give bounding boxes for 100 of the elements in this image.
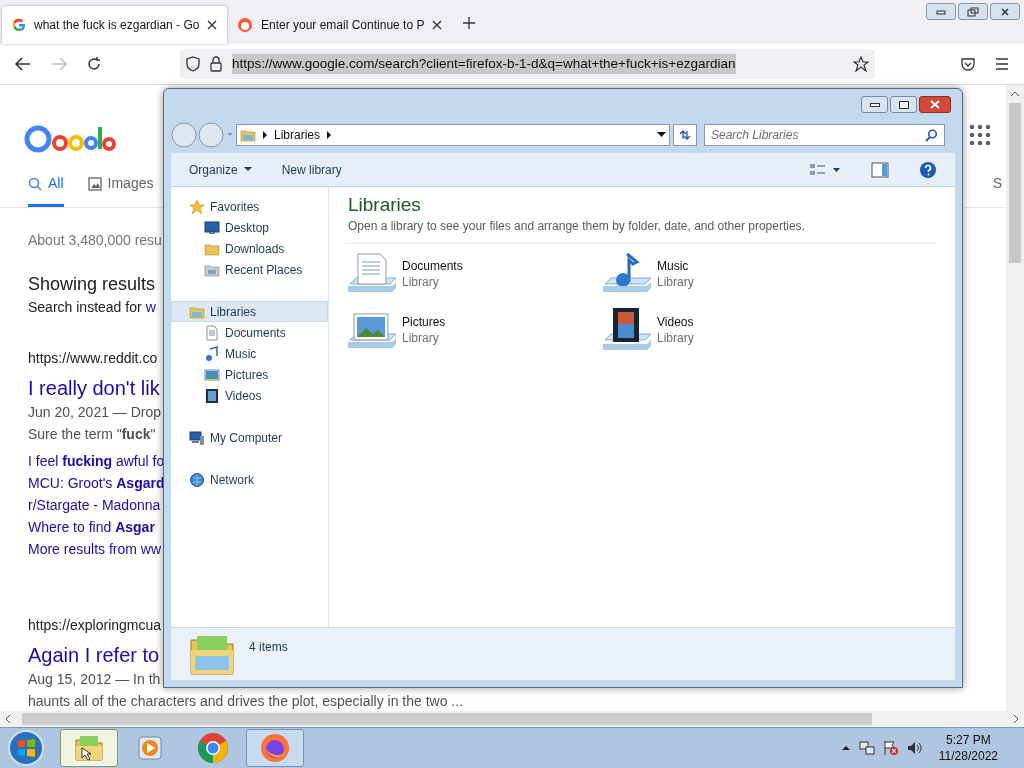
- firefox-icon: [259, 732, 291, 764]
- google-logo[interactable]: [24, 123, 116, 155]
- nav-item[interactable]: Favorites: [171, 196, 328, 217]
- result-snippet: Jun 20, 2021 — Drop: [28, 403, 162, 422]
- nav-item[interactable]: Libraries: [171, 301, 328, 322]
- maximize-icon: [898, 100, 909, 109]
- image-icon: [87, 176, 102, 191]
- menu-icon[interactable]: [994, 57, 1010, 71]
- nav-item[interactable]: Desktop: [171, 217, 328, 238]
- film-icon: [204, 387, 220, 404]
- close-button[interactable]: [919, 96, 951, 113]
- nav-item[interactable]: Videos: [171, 385, 328, 406]
- address-bar[interactable]: https://www.google.com/search?client=firefox-b-1-d&q=what+the+fuck+is+ezgardian: [180, 49, 875, 79]
- search-instead-link[interactable]: w: [145, 298, 156, 316]
- chrome-icon: [197, 732, 229, 764]
- nav-item[interactable]: Network: [171, 469, 328, 490]
- close-button[interactable]: [990, 3, 1020, 20]
- preview-pane-icon[interactable]: [871, 161, 889, 178]
- refresh-icon: [678, 129, 692, 141]
- close-icon[interactable]: [432, 20, 442, 30]
- picture-icon: [204, 366, 220, 383]
- library-item[interactable]: Music Library: [603, 250, 858, 298]
- result-snippet: Sure the term "fuck": [28, 425, 156, 444]
- refresh-button[interactable]: [673, 124, 697, 146]
- nav-item[interactable]: Music: [171, 343, 328, 364]
- pocket-icon[interactable]: [960, 56, 976, 72]
- result-url: https://www.reddit.co: [28, 349, 158, 368]
- search-tab[interactable]: Images: [87, 173, 154, 207]
- chevron-icon[interactable]: [262, 131, 268, 139]
- shield-icon: [186, 56, 200, 72]
- minimize-icon: [936, 8, 946, 15]
- library-item[interactable]: Videos Library: [603, 306, 858, 354]
- close-icon[interactable]: [207, 20, 217, 30]
- scrollbar-thumb[interactable]: [1009, 103, 1021, 263]
- show-hidden-icons[interactable]: [840, 745, 851, 751]
- reload-icon[interactable]: [86, 56, 102, 72]
- nav-item[interactable]: My Computer: [171, 427, 328, 448]
- lock-icon: [210, 56, 222, 72]
- scroll-left-icon[interactable]: [4, 714, 12, 724]
- network-icon[interactable]: [858, 740, 875, 756]
- tab-title: Enter your email Continue to P: [261, 17, 424, 34]
- media-player-icon: [137, 735, 165, 761]
- search-icon[interactable]: [925, 128, 938, 142]
- address-field[interactable]: Libraries: [236, 124, 670, 146]
- library-item[interactable]: Documents Library: [348, 250, 603, 298]
- nav-item[interactable]: Recent Places: [171, 259, 328, 280]
- search-icon: [28, 176, 42, 191]
- close-icon: [930, 100, 940, 109]
- speaker-icon[interactable]: [906, 740, 923, 756]
- google-icon: [12, 18, 26, 32]
- toolbar-button[interactable]: Organize: [189, 160, 252, 179]
- apps-grid-icon[interactable]: [968, 123, 992, 147]
- result-link[interactable]: r/Stargate - Madonna: [28, 494, 161, 516]
- correction-heading: Showing results: [28, 273, 156, 296]
- result-link[interactable]: MCU: Groot's Asgard: [28, 472, 165, 494]
- taskbar-app[interactable]: [60, 729, 118, 767]
- document-icon: [204, 324, 220, 341]
- clock[interactable]: 5:27 PM 11/28/2022: [938, 732, 998, 764]
- view-options-icon[interactable]: [809, 162, 841, 177]
- dropdown-icon[interactable]: [657, 132, 666, 138]
- search-field[interactable]: Search Libraries: [704, 124, 945, 146]
- browser-tab[interactable]: what the fuck is ezgardian - Go: [2, 6, 227, 44]
- scrollbar[interactable]: [1006, 85, 1024, 711]
- search-tab[interactable]: S: [992, 173, 1002, 207]
- search-tab[interactable]: All: [28, 173, 64, 207]
- nav-item[interactable]: Documents: [171, 322, 328, 343]
- flag-icon[interactable]: [882, 740, 899, 756]
- music-note-icon: [204, 345, 220, 362]
- firefox-icon: [237, 17, 253, 33]
- horizontal-scrollbar[interactable]: [0, 711, 1024, 727]
- breadcrumb[interactable]: Libraries: [274, 126, 321, 144]
- toolbar-button[interactable]: New library: [281, 160, 342, 179]
- close-icon: [1000, 6, 1010, 17]
- result-title[interactable]: Again I refer to: [28, 642, 160, 668]
- result-title[interactable]: I really don't lik: [28, 375, 160, 401]
- result-link[interactable]: More results from ww: [28, 538, 162, 560]
- back-icon[interactable]: [14, 56, 32, 72]
- restore-button[interactable]: [958, 3, 988, 20]
- result-url: https://exploringmcua: [28, 616, 162, 635]
- tab-title: what the fuck is ezgardian - Go: [34, 17, 199, 34]
- search-instead-text: Search instead for: [28, 298, 142, 316]
- star-icon[interactable]: [853, 56, 869, 72]
- nav-item[interactable]: Downloads: [171, 238, 328, 259]
- taskbar-app[interactable]: [246, 729, 304, 767]
- folder-icon: [74, 734, 104, 762]
- help-icon[interactable]: [919, 160, 937, 179]
- chevron-icon[interactable]: [326, 131, 333, 139]
- result-link[interactable]: Where to find Asgar: [28, 516, 155, 538]
- library-item[interactable]: Pictures Library: [348, 306, 603, 354]
- minimize-button[interactable]: [861, 96, 888, 113]
- scroll-right-icon[interactable]: [1012, 714, 1020, 724]
- plus-icon[interactable]: [462, 16, 476, 30]
- item-count: 4 items: [249, 639, 288, 656]
- scroll-up-icon[interactable]: [1010, 89, 1020, 99]
- maximize-button[interactable]: [890, 96, 917, 113]
- restore-icon: [967, 6, 979, 17]
- library-icon: [240, 127, 256, 143]
- scrollbar-thumb[interactable]: [22, 713, 872, 725]
- nav-item[interactable]: Pictures: [171, 364, 328, 385]
- browser-tab[interactable]: Enter your email Continue to P: [227, 6, 452, 44]
